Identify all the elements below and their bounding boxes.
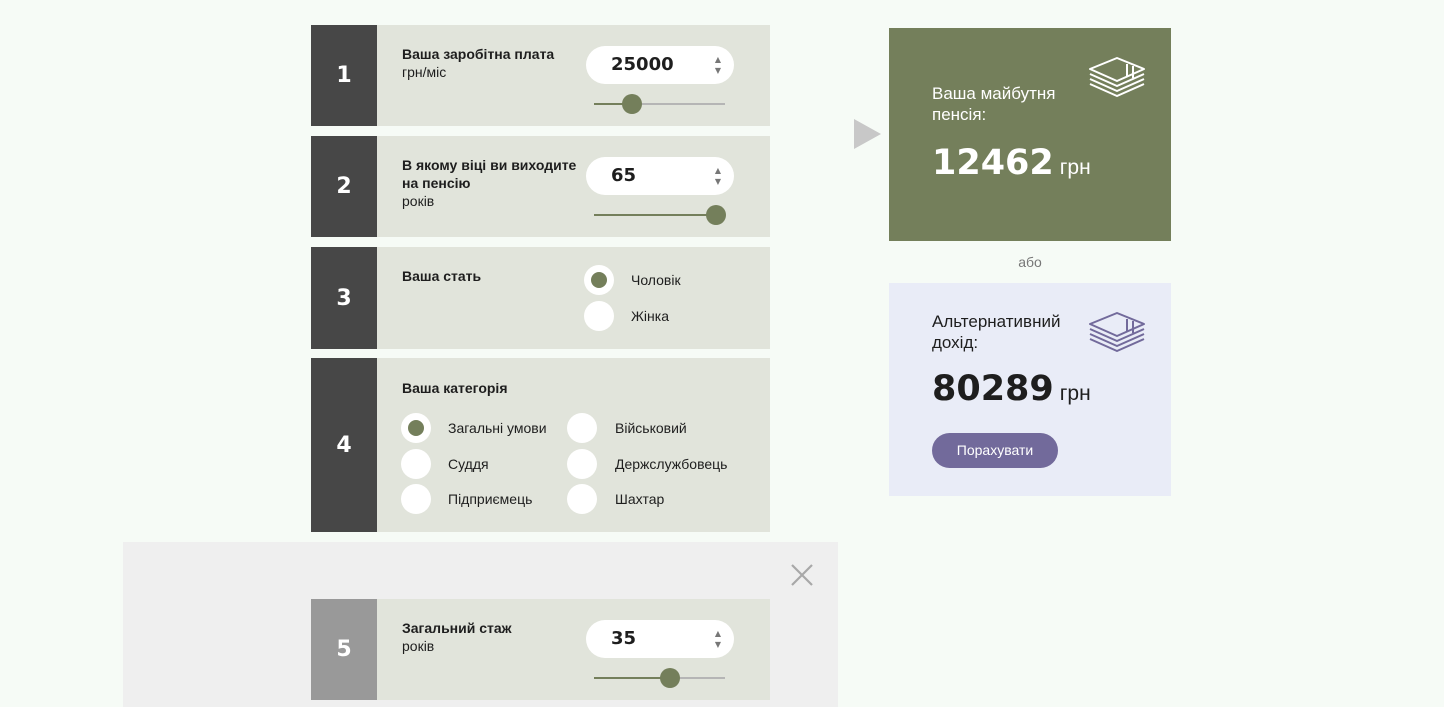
radio-label-female: Жінка [631, 308, 669, 324]
step-unit: років [402, 193, 435, 209]
step-retirement-age: 2 В якому віці ви виходите на пенсію рок… [311, 136, 770, 237]
spinner-arrows-icon[interactable]: ▲ ▼ [715, 628, 721, 650]
age-value: 65 [611, 165, 637, 186]
step-label: Ваша стать [402, 267, 481, 285]
alternative-currency: грн [1059, 382, 1091, 405]
experience-slider[interactable] [594, 668, 725, 688]
radio-civil-servant[interactable] [567, 449, 597, 479]
age-slider[interactable] [594, 205, 726, 225]
radio-general[interactable] [401, 413, 431, 443]
step-label: Ваша заробітна плата грн/міс [402, 45, 554, 81]
money-stack-icon [1089, 312, 1145, 352]
pension-amount: 12462 [932, 143, 1054, 183]
step-number: 2 [311, 136, 377, 237]
radio-miner[interactable] [567, 484, 597, 514]
experience-input[interactable]: 35 ▲ ▼ [586, 620, 734, 658]
step-salary: 1 Ваша заробітна плата грн/міс 25000 ▲ ▼ [311, 25, 770, 126]
experience-value: 35 [611, 628, 637, 649]
slider-fill [594, 677, 670, 679]
close-icon[interactable] [789, 562, 815, 588]
salary-input[interactable]: 25000 ▲ ▼ [586, 46, 734, 84]
spinner-arrows-icon[interactable]: ▲ ▼ [715, 54, 721, 76]
step-gender: 3 Ваша стать Чоловік Жінка [311, 247, 770, 349]
slider-thumb[interactable] [705, 205, 726, 225]
pension-amount-row: 12462 грн [932, 143, 1091, 183]
step-title: Ваша стать [402, 268, 482, 284]
radio-military[interactable] [567, 413, 597, 443]
step-unit: грн/міс [402, 64, 447, 80]
salary-value: 25000 [611, 54, 674, 75]
calculate-button[interactable]: Порахувати [932, 433, 1058, 468]
alternative-amount-row: 80289 грн [932, 369, 1091, 409]
step-experience: 5 Загальний стаж років 35 ▲ ▼ [311, 599, 770, 700]
radio-male[interactable] [584, 265, 614, 295]
alternative-income-card: Альтернативний дохід: 80289 грн Порахуват… [889, 283, 1171, 496]
spinner-arrows-icon[interactable]: ▲ ▼ [715, 165, 721, 187]
salary-slider[interactable] [594, 94, 725, 114]
money-stack-icon [1089, 57, 1145, 97]
slider-fill [594, 214, 716, 216]
step-label: Ваша категорія [402, 379, 508, 397]
step-label: В якому віці ви виходите на пенсію років [402, 156, 577, 210]
radio-label-miner: Шахтар [615, 491, 665, 507]
slider-thumb[interactable] [621, 94, 642, 114]
radio-label-general: Загальні умови [448, 420, 547, 436]
step-category: 4 Ваша категорія Загальні умови Військов… [311, 358, 770, 532]
alternative-amount: 80289 [932, 369, 1054, 409]
step-number: 5 [311, 599, 377, 700]
alternative-title: Альтернативний дохід: [932, 312, 1061, 352]
step-number: 4 [311, 358, 377, 532]
slider-thumb[interactable] [659, 668, 680, 688]
step-title: Ваша заробітна плата [402, 46, 555, 62]
pension-currency: грн [1059, 156, 1091, 179]
step-label: Загальний стаж років [402, 619, 512, 655]
separator-text: або [1018, 254, 1042, 270]
radio-label-male: Чоловік [631, 272, 681, 288]
radio-label-civil-servant: Держслужбовець [615, 456, 728, 472]
radio-judge[interactable] [401, 449, 431, 479]
step-number: 1 [311, 25, 377, 126]
radio-label-military: Військовий [615, 420, 687, 436]
pension-result-card: Ваша майбутня пенсія: 12462 грн [889, 28, 1171, 241]
radio-label-entrepreneur: Підприємець [448, 491, 533, 507]
radio-entrepreneur[interactable] [401, 484, 431, 514]
radio-label-judge: Суддя [448, 456, 489, 472]
age-input[interactable]: 65 ▲ ▼ [586, 157, 734, 195]
pension-title: Ваша майбутня пенсія: [932, 84, 1056, 124]
step-title: Загальний стаж [402, 620, 512, 636]
radio-female[interactable] [584, 301, 614, 331]
arrow-right-icon [854, 119, 881, 149]
step-title: Ваша категорія [402, 380, 508, 396]
step-number: 3 [311, 247, 377, 349]
step-title: В якому віці ви виходите на пенсію [402, 157, 577, 191]
step-unit: років [402, 638, 435, 654]
